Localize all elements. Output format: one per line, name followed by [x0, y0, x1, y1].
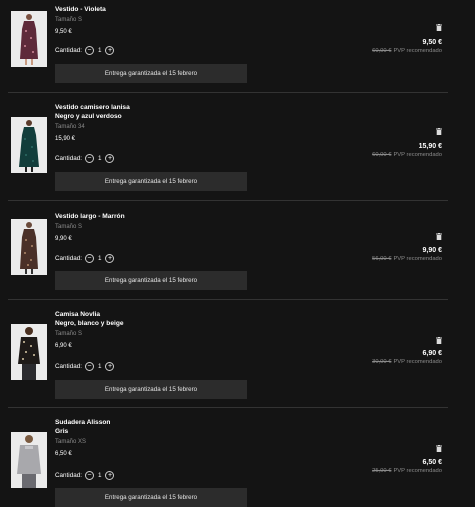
- item-total-price: 9,90 €: [422, 247, 442, 254]
- old-price: 60,00 €: [372, 152, 392, 158]
- product-image[interactable]: [11, 117, 47, 173]
- quantity-label: Cantidad:: [55, 471, 82, 479]
- product-name[interactable]: Camisa Novlia: [55, 310, 255, 319]
- product-name[interactable]: Vestido camisero Ianisa: [55, 103, 255, 112]
- cart-item: Sudadera Alisson Gris Tamaño XS 6,50 € C…: [0, 408, 475, 507]
- item-total-price: 6,90 €: [422, 350, 442, 357]
- quantity-value: 1: [97, 46, 102, 54]
- cart-item: Vestido largo - Marrón Tamaño S 9,90 € C…: [0, 201, 475, 300]
- cart-item: Vestido camisero Ianisa Negro y azul ver…: [0, 93, 475, 201]
- recommended-price: 25,00 € PVP recomendado: [372, 468, 442, 474]
- quantity-stepper: Cantidad: − 1 +: [55, 44, 115, 56]
- quantity-value: 1: [97, 254, 102, 262]
- cart-item: Camisa Novlia Negro, blanco y beige Tama…: [0, 300, 475, 408]
- quantity-value: 1: [97, 154, 102, 162]
- item-total-price: 9,50 €: [422, 39, 442, 46]
- unit-price: 6,50 €: [55, 451, 72, 457]
- product-name[interactable]: Sudadera Alisson: [55, 418, 255, 427]
- product-color: Negro y azul verdoso: [55, 113, 122, 120]
- trash-icon[interactable]: [436, 445, 442, 452]
- recommended-price: 60,00 € PVP recomendado: [372, 152, 442, 158]
- quantity-label: Cantidad:: [55, 154, 82, 162]
- quantity-label: Cantidad:: [55, 254, 82, 262]
- delivery-banner[interactable]: Entrega garantizada el 15 febrero: [55, 488, 247, 507]
- product-color: Negro, blanco y beige: [55, 320, 124, 327]
- minus-icon[interactable]: −: [84, 153, 94, 163]
- delivery-banner[interactable]: Entrega garantizada el 15 febrero: [55, 64, 247, 83]
- delivery-banner[interactable]: Entrega garantizada el 15 febrero: [55, 271, 247, 290]
- minus-icon[interactable]: −: [84, 253, 94, 263]
- item-total-price: 6,50 €: [422, 459, 442, 466]
- product-size: Tamaño S: [55, 331, 83, 337]
- quantity-stepper: Cantidad: − 1 +: [55, 360, 115, 372]
- product-size: Tamaño S: [55, 224, 83, 230]
- product-name[interactable]: Vestido largo - Marrón: [55, 212, 255, 221]
- product-name[interactable]: Vestido - Violeta: [55, 5, 255, 14]
- product-image[interactable]: [11, 324, 47, 380]
- quantity-stepper: Cantidad: − 1 +: [55, 252, 115, 264]
- unit-price: 15,90 €: [55, 136, 76, 142]
- product-image[interactable]: [11, 11, 47, 67]
- trash-icon[interactable]: [436, 337, 442, 344]
- old-price: 60,00 €: [372, 48, 392, 54]
- product-size: Tamaño XS: [55, 439, 87, 445]
- unit-price: 9,90 €: [55, 236, 72, 242]
- rrp-label: PVP recomendado: [393, 48, 442, 54]
- minus-icon[interactable]: −: [84, 470, 94, 480]
- unit-price: 9,50 €: [55, 29, 72, 35]
- quantity-value: 1: [97, 471, 102, 479]
- trash-icon[interactable]: [436, 233, 442, 240]
- rrp-label: PVP recomendado: [393, 468, 442, 474]
- unit-price: 6,90 €: [55, 343, 72, 349]
- delivery-banner[interactable]: Entrega garantizada el 15 febrero: [55, 172, 247, 191]
- quantity-value: 1: [97, 362, 102, 370]
- old-price: 30,00 €: [372, 359, 392, 365]
- plus-icon[interactable]: +: [105, 153, 115, 163]
- minus-icon[interactable]: −: [84, 45, 94, 55]
- minus-icon[interactable]: −: [84, 361, 94, 371]
- item-total-price: 15,90 €: [418, 143, 442, 150]
- plus-icon[interactable]: +: [105, 253, 115, 263]
- old-price: 25,00 €: [372, 468, 392, 474]
- recommended-price: 60,00 € PVP recomendado: [372, 48, 442, 54]
- plus-icon[interactable]: +: [105, 470, 115, 480]
- old-price: 56,00 €: [372, 256, 392, 262]
- rrp-label: PVP recomendado: [393, 152, 442, 158]
- plus-icon[interactable]: +: [105, 45, 115, 55]
- quantity-stepper: Cantidad: − 1 +: [55, 469, 115, 481]
- rrp-label: PVP recomendado: [393, 256, 442, 262]
- trash-icon[interactable]: [436, 24, 442, 31]
- product-size: Tamaño 34: [55, 124, 85, 130]
- product-image[interactable]: [11, 432, 47, 488]
- recommended-price: 30,00 € PVP recomendado: [372, 359, 442, 365]
- product-image[interactable]: [11, 219, 47, 275]
- delivery-banner[interactable]: Entrega garantizada el 15 febrero: [55, 380, 247, 399]
- recommended-price: 56,00 € PVP recomendado: [372, 256, 442, 262]
- rrp-label: PVP recomendado: [393, 359, 442, 365]
- quantity-label: Cantidad:: [55, 362, 82, 370]
- product-size: Tamaño S: [55, 17, 83, 23]
- product-color: Gris: [55, 428, 69, 435]
- quantity-label: Cantidad:: [55, 46, 82, 54]
- quantity-stepper: Cantidad: − 1 +: [55, 152, 115, 164]
- trash-icon[interactable]: [436, 128, 442, 135]
- cart-item: Vestido - Violeta Tamaño S 9,50 € Cantid…: [0, 0, 475, 93]
- plus-icon[interactable]: +: [105, 361, 115, 371]
